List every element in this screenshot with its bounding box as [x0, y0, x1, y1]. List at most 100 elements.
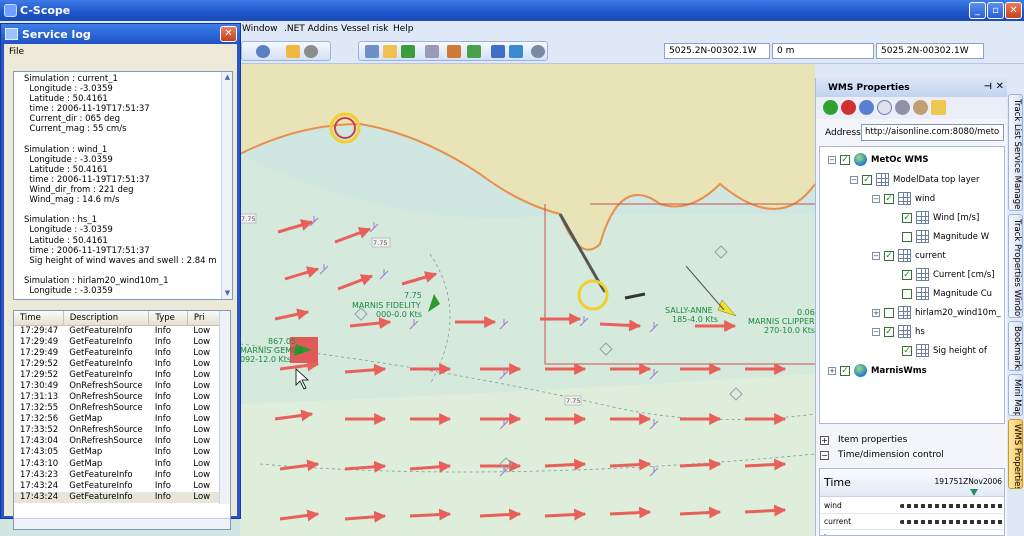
checkbox-sig-height[interactable]: ✓ [902, 346, 912, 356]
gear-icon[interactable] [895, 100, 910, 115]
log-table-horizontal-scrollbar[interactable] [14, 518, 230, 529]
table-row[interactable]: 17:43:23 GetFeatureInfo Info Low [14, 470, 220, 481]
chart-icon[interactable] [491, 45, 505, 58]
expand-icon[interactable]: + [820, 436, 829, 445]
pin-icon[interactable]: ⊣ [984, 82, 992, 92]
table-row[interactable]: 17:43:24 GetFeatureInfo Info Low [14, 481, 220, 492]
tree-node-current-cm[interactable]: ✓ Current [cm/s] [902, 268, 1004, 282]
service-log-window[interactable]: Service log ✕ File Simulation : current_… [0, 23, 241, 530]
network-icon[interactable] [509, 45, 523, 58]
star-icon[interactable] [286, 45, 300, 58]
checkbox-marnis[interactable]: ✓ [840, 366, 850, 376]
menu-net-addins[interactable]: .NET Addins [284, 24, 338, 34]
simulation-output-box[interactable]: Simulation : current_1 Longitude : -3.03… [13, 71, 233, 300]
coord-to-field[interactable]: 5025.2N-00302.1W [876, 43, 984, 59]
checkbox-wind[interactable]: ✓ [884, 194, 894, 204]
checkbox-current-cm[interactable]: ✓ [902, 270, 912, 280]
service-log-menu-file[interactable]: File [9, 47, 24, 57]
tree-node-magnitude-cu[interactable]: Magnitude Cu [902, 287, 1004, 301]
tab-track-list-service-manager[interactable]: Track List Service Manager [1008, 94, 1023, 211]
refresh-icon[interactable] [859, 100, 874, 115]
tab-track-properties-window[interactable]: Track Properties Window [1008, 214, 1023, 318]
add-icon[interactable] [823, 100, 838, 115]
expand-icon[interactable]: + [872, 309, 880, 317]
timeline-bar[interactable] [900, 504, 1004, 508]
item-properties-section[interactable]: + Item properties [820, 435, 1000, 447]
checkbox-hs[interactable]: ✓ [884, 327, 894, 337]
table-row[interactable]: 17:32:56 GetMap Info Low [14, 414, 220, 425]
save-icon[interactable] [401, 45, 415, 58]
time-slider-handle[interactable] [970, 489, 978, 496]
table-row[interactable]: 17:29:47 GetFeatureInfo Info Low [14, 325, 220, 337]
table-row[interactable]: 17:30:49 OnRefreshSource Info Low [14, 381, 220, 392]
layer-info-icon[interactable] [877, 100, 892, 115]
panel-close-icon[interactable]: ✕ [996, 81, 1004, 92]
tree-node-sig-height[interactable]: ✓ Sig height of [902, 344, 1004, 358]
table-row[interactable]: 17:43:04 OnRefreshSource Info Low [14, 436, 220, 447]
time-control[interactable]: Time 191751ZNov2006 wind current hs [819, 468, 1005, 536]
tree-node-wind[interactable]: − ✓ wind [872, 192, 1004, 206]
tab-wms-properties[interactable]: WMS Properties [1008, 419, 1023, 489]
tab-mini-map[interactable]: Mini Map [1008, 374, 1023, 416]
column-header-time[interactable]: Time [14, 311, 64, 326]
tree-node-current[interactable]: − ✓ current [872, 249, 1004, 263]
table-row[interactable]: 17:29:49 GetFeatureInfo Info Low [14, 337, 220, 348]
service-log-close-button[interactable]: ✕ [220, 26, 237, 42]
time-dimension-section[interactable]: − Time/dimension control [820, 450, 1000, 462]
tree-node-metoc[interactable]: − ✓ MetOc WMS [828, 153, 998, 167]
table-icon[interactable] [365, 45, 379, 58]
table-row[interactable]: 17:43:24 GetFeatureInfo Info Low [14, 491, 220, 503]
checkbox-magnitude-cu[interactable] [902, 289, 912, 299]
close-button[interactable]: ✕ [1005, 2, 1022, 19]
sphere-icon[interactable] [304, 45, 318, 58]
expand-icon[interactable]: + [828, 367, 836, 375]
collapse-icon[interactable]: − [850, 176, 858, 184]
checkbox-current[interactable]: ✓ [884, 251, 894, 261]
checkbox-wind-ms[interactable]: ✓ [902, 213, 912, 223]
simulation-output-scrollbar[interactable]: ▲ ▼ [221, 72, 232, 299]
timeline-bar[interactable] [900, 520, 1004, 524]
collapse-icon[interactable]: − [872, 328, 880, 336]
route-icon[interactable] [467, 45, 481, 58]
coord-from-field[interactable]: 5025.2N-00302.1W [664, 43, 770, 59]
scroll-up-icon[interactable]: ▲ [223, 73, 232, 82]
scroll-down-icon[interactable]: ▼ [223, 289, 232, 298]
checkbox-modeldata[interactable]: ✓ [862, 175, 872, 185]
table-row[interactable]: 17:29:52 GetFeatureInfo Info Low [14, 359, 220, 370]
checkbox-hirlam[interactable] [884, 308, 894, 318]
tree-node-magnitude-w[interactable]: Magnitude W [902, 230, 1004, 244]
service-log-table[interactable]: Time Description Type Pri 17:29:47 GetFeatur… [13, 310, 231, 530]
table-row[interactable]: 17:29:52 GetFeatureInfo Info Low [14, 370, 220, 381]
tree-node-wind-ms[interactable]: ✓ Wind [m/s] [902, 211, 1004, 225]
distance-field[interactable]: 0 m [772, 43, 874, 59]
timeline-row-current[interactable]: current [820, 514, 1004, 530]
wms-layer-tree[interactable]: − ✓ MetOc WMS − ✓ ModelData top layer − … [819, 146, 1005, 424]
tab-bookmarks[interactable]: Bookmarks [1008, 321, 1023, 371]
table-row[interactable]: 17:43:10 GetMap Info Low [14, 459, 220, 470]
collapse-icon[interactable]: − [820, 451, 829, 460]
collapse-icon[interactable]: − [828, 156, 836, 164]
tree-node-hirlam[interactable]: + hirlam20_wind10m_ [872, 306, 1004, 320]
service-log-title-bar[interactable]: Service log ✕ [1, 24, 240, 44]
address-input[interactable]: http://aisonline.com:8080/meto [861, 124, 1004, 141]
minimize-button[interactable]: _ [969, 2, 986, 19]
settings-icon[interactable] [531, 45, 545, 58]
column-header-type[interactable]: Type [148, 311, 188, 326]
globe-icon[interactable] [256, 45, 270, 58]
menu-help[interactable]: Help [393, 24, 414, 34]
open-folder-icon[interactable] [383, 45, 397, 58]
log-table-vertical-scrollbar[interactable] [219, 311, 230, 504]
collapse-icon[interactable]: − [872, 252, 880, 260]
print-icon[interactable] [425, 45, 439, 58]
table-row[interactable]: 17:32:55 OnRefreshSource Info Low [14, 403, 220, 414]
collapse-icon[interactable]: − [872, 195, 880, 203]
tree-node-modeldata[interactable]: − ✓ ModelData top layer [850, 173, 1004, 187]
column-header-description[interactable]: Description [63, 311, 150, 326]
timeline-row-wind[interactable]: wind [820, 498, 1004, 514]
table-row[interactable]: 17:33:52 OnRefreshSource Info Low [14, 425, 220, 436]
info-icon[interactable] [931, 100, 946, 115]
table-row[interactable]: 17:31:13 OnRefreshSource Info Low [14, 392, 220, 403]
column-header-pri[interactable]: Pri [187, 311, 221, 326]
table-row[interactable]: 17:29:49 GetFeatureInfo Info Low [14, 348, 220, 359]
layers-icon[interactable] [447, 45, 461, 58]
